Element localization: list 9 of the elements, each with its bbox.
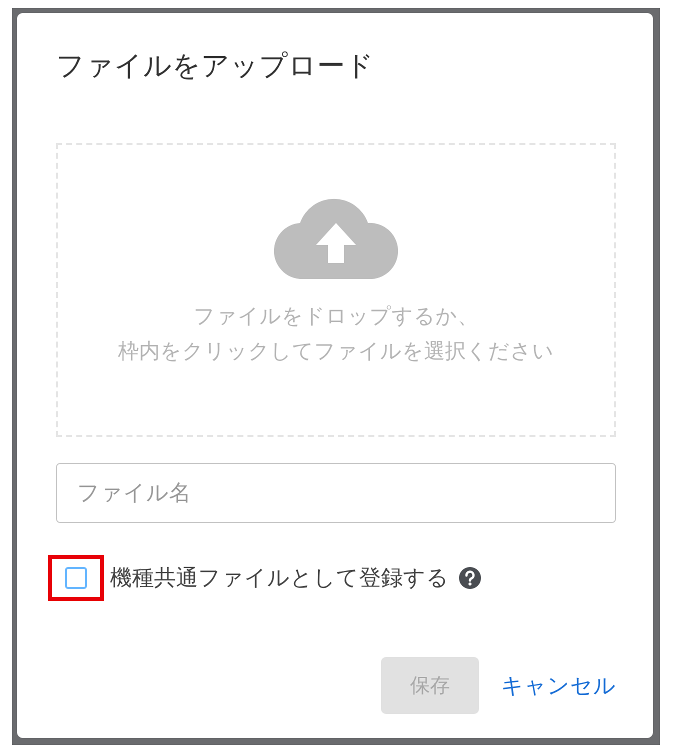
drop-instructions: ファイルをドロップするか、 枠内をクリックしてファイルを選択ください	[118, 303, 554, 365]
cloud-upload-icon	[274, 197, 398, 279]
checkbox[interactable]	[65, 567, 87, 589]
cancel-link[interactable]: キャンセル	[501, 670, 616, 700]
file-name-field[interactable]: ファイル名	[56, 463, 616, 523]
dialog-title: ファイルをアップロード	[56, 48, 375, 84]
checkbox-label: 機種共通ファイルとして登録する	[110, 565, 449, 593]
drop-zone[interactable]: ファイルをドロップするか、 枠内をクリックしてファイルを選択ください	[56, 143, 616, 437]
help-icon[interactable]	[459, 567, 481, 589]
